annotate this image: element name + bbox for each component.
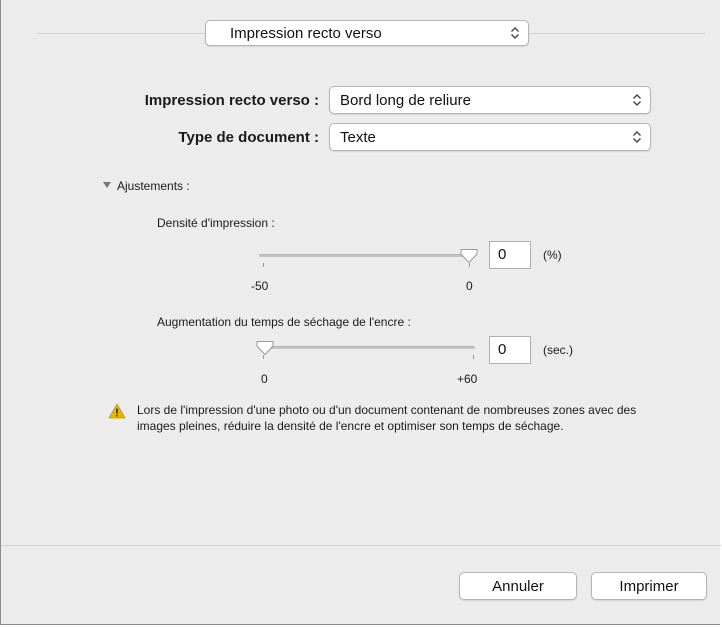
document-type-label: Type de document : [178,129,319,146]
drying-slider-thumb[interactable] [255,340,275,356]
density-label: Densité d'impression : [157,216,275,230]
density-max-label: 0 [466,279,473,293]
density-value-field[interactable]: 0 [489,241,531,269]
panel-selector-value: Impression recto verso [230,24,382,42]
density-min-label: -50 [251,279,269,293]
disclosure-triangle-icon[interactable] [103,181,111,189]
duplex-binding-value: Bord long de reliure [340,91,471,109]
document-type-select[interactable]: Texte [329,123,651,151]
duplex-binding-select[interactable]: Bord long de reliure [329,86,651,114]
density-slider-track[interactable] [259,254,471,257]
warning-icon [108,403,126,419]
slider-tick [473,355,474,359]
drying-unit: (sec.) [543,343,573,357]
drying-max-label: +60 [457,372,478,386]
density-slider-thumb[interactable] [459,248,479,264]
print-button[interactable]: Imprimer [591,572,707,600]
adjustments-label: Ajustements : [117,179,190,193]
duplex-label: Impression recto verso : [144,92,319,109]
warning-message: Lors de l'impression d'une photo ou d'un… [137,403,637,433]
density-unit: (%) [543,248,562,262]
updown-arrows-icon [633,94,641,106]
drying-min-label: 0 [261,372,268,386]
drying-value-field[interactable]: 0 [489,336,531,364]
separator-line [529,33,705,34]
slider-tick [263,263,264,267]
separator-line [1,545,721,546]
drying-time-label: Augmentation du temps de séchage de l'en… [157,315,411,329]
drying-slider-track[interactable] [259,346,475,349]
panel-selector-popup[interactable]: Impression recto verso [205,20,529,46]
updown-arrows-icon [633,131,641,143]
cancel-button[interactable]: Annuler [459,572,577,600]
separator-line [37,33,205,34]
print-dialog: Impression recto verso Impression recto … [0,0,721,625]
updown-arrows-icon [511,27,519,39]
document-type-value: Texte [340,128,376,146]
